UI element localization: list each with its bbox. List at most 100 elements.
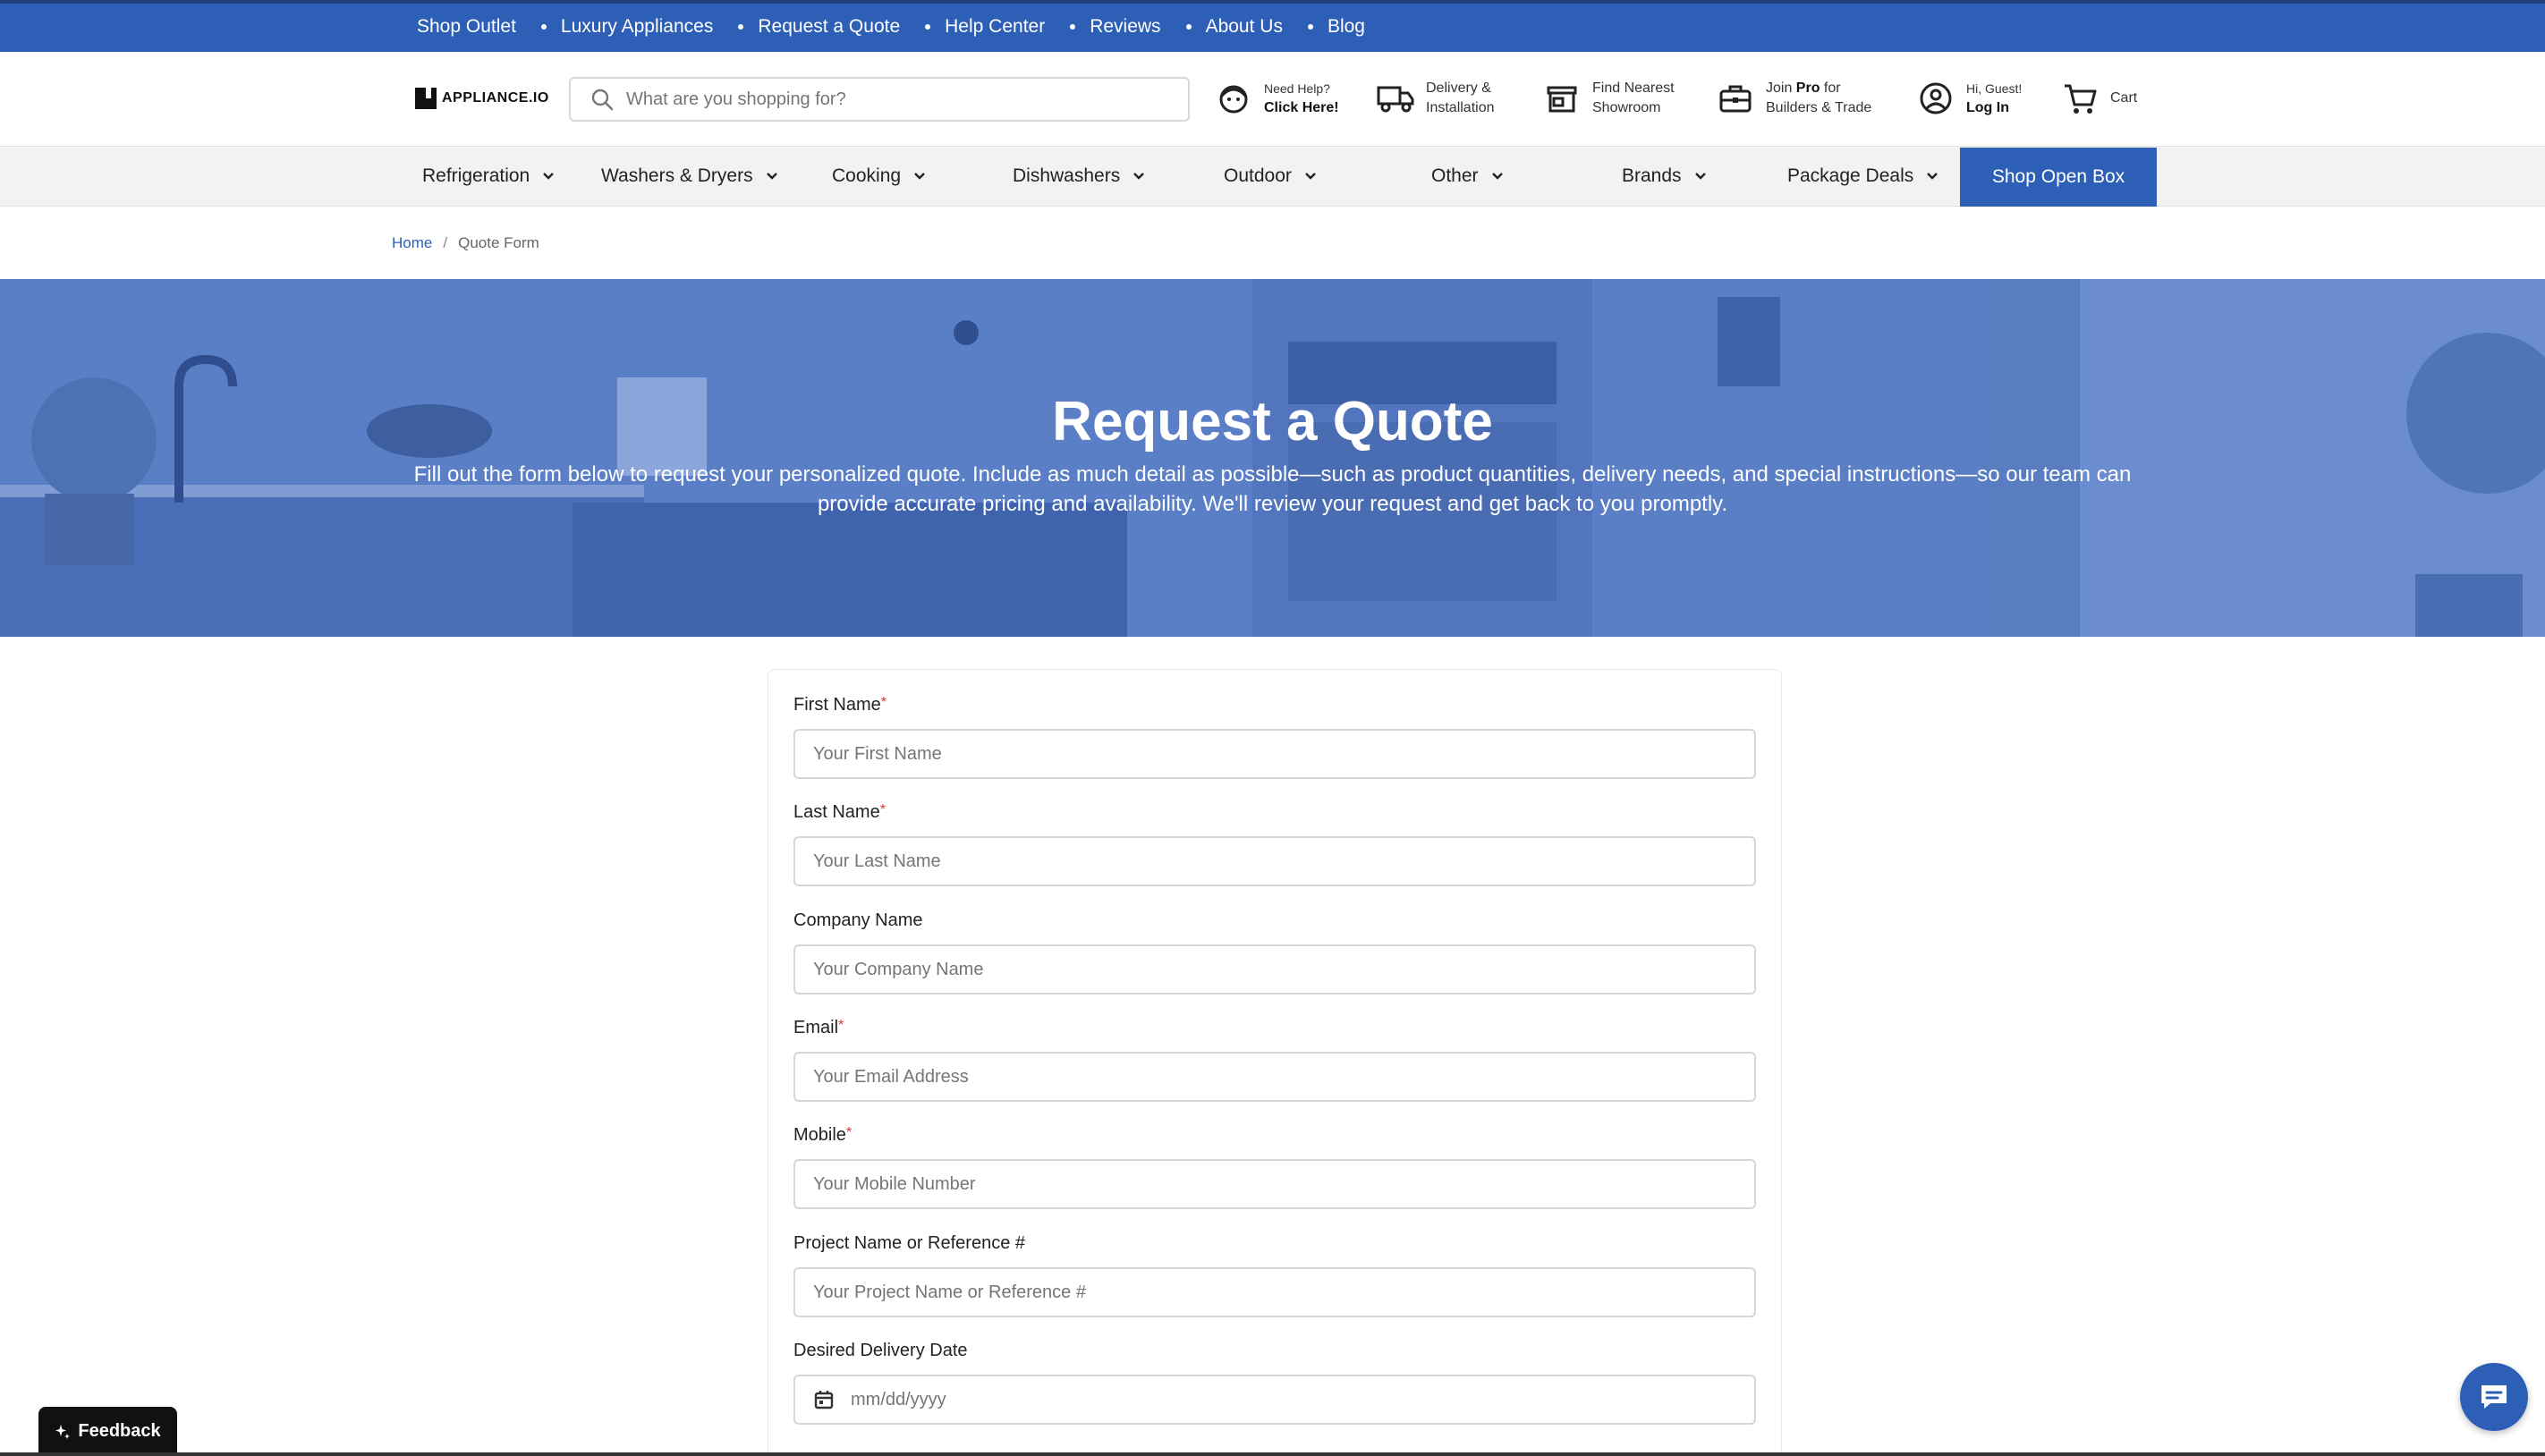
company-name-input-box[interactable]: [793, 944, 1756, 995]
chevron-down-icon: [1694, 173, 1706, 180]
email-input-box[interactable]: [793, 1052, 1756, 1102]
search-icon: [591, 89, 614, 111]
bullet: [540, 24, 547, 30]
feedback-label: Feedback: [78, 1421, 161, 1441]
email-field: Email*: [793, 1018, 1756, 1102]
nav-label: Package Deals: [1787, 165, 1914, 186]
top-link-reviews[interactable]: Reviews: [1090, 16, 1160, 38]
breadcrumb-home[interactable]: Home: [392, 234, 432, 252]
company-name-label: Company Name: [793, 910, 1756, 935]
bullet: [1307, 24, 1313, 30]
last-name-input-box[interactable]: [793, 836, 1756, 886]
project-reference-input-box[interactable]: [793, 1267, 1756, 1317]
account-line2: Log In: [1966, 100, 2009, 115]
site-logo[interactable]: APPLIANCE.IO: [415, 88, 549, 109]
join-pro-link[interactable]: Join Pro for Builders & Trade: [1716, 79, 1871, 118]
delivery-line2: Installation: [1426, 100, 1495, 115]
storefront-icon: [1542, 79, 1582, 118]
breadcrumb-current: Quote Form: [458, 234, 539, 251]
project-reference-label: Project Name or Reference #: [793, 1233, 1756, 1258]
first-name-label: First Name*: [793, 695, 1756, 720]
toolbox-icon: [1716, 79, 1755, 118]
chevron-down-icon: [1491, 173, 1503, 180]
nav-dishwashers[interactable]: Dishwashers: [1013, 165, 1145, 187]
calendar-icon[interactable]: [813, 1389, 835, 1410]
logo-text: APPLIANCE.IO: [442, 90, 549, 106]
top-link-blog[interactable]: Blog: [1328, 16, 1365, 38]
nav-cooking[interactable]: Cooking: [832, 165, 926, 187]
nav-label: Refrigeration: [422, 165, 530, 186]
company-name-input[interactable]: [813, 959, 1708, 980]
delivery-date-input-box[interactable]: [793, 1375, 1756, 1425]
chat-bubble-icon: [2481, 1385, 2507, 1409]
top-link-request-quote[interactable]: Request a Quote: [758, 16, 900, 38]
need-help-link[interactable]: Need Help? Click Here!: [1214, 79, 1339, 118]
search-input[interactable]: [626, 89, 1163, 110]
first-name-input[interactable]: [813, 743, 1708, 765]
user-account-icon: [1916, 79, 1955, 118]
nav-label: Other: [1431, 165, 1479, 186]
shop-open-box-button[interactable]: Shop Open Box: [1960, 148, 2157, 207]
chevron-down-icon: [1133, 173, 1145, 180]
nav-washers-dryers[interactable]: Washers & Dryers: [601, 165, 778, 187]
delivery-date-field: Desired Delivery Date: [793, 1341, 1756, 1425]
first-name-input-box[interactable]: [793, 729, 1756, 779]
hero-description: Fill out the form below to request your …: [413, 462, 2132, 516]
delivery-installation-link[interactable]: Delivery & Installation: [1376, 79, 1495, 118]
search-box[interactable]: [569, 77, 1190, 122]
nav-refrigeration[interactable]: Refrigeration: [422, 165, 555, 187]
nav-outdoor[interactable]: Outdoor: [1224, 165, 1317, 187]
cart-label: Cart: [2110, 90, 2138, 106]
last-name-input[interactable]: [813, 851, 1708, 872]
company-name-field: Company Name: [793, 910, 1756, 995]
delivery-line1: Delivery &: [1426, 80, 1491, 96]
label-text: First Name: [793, 695, 881, 715]
hero-title: Request a Quote: [1052, 391, 1493, 453]
chevron-down-icon: [1305, 173, 1316, 180]
cart-link[interactable]: Cart: [2060, 79, 2137, 118]
bullet: [1070, 24, 1076, 30]
category-nav: Refrigeration Washers & Dryers Cooking D…: [0, 148, 2545, 207]
top-link-shop-outlet[interactable]: Shop Outlet: [417, 16, 516, 38]
delivery-date-label: Desired Delivery Date: [793, 1341, 1756, 1366]
top-link-luxury-appliances[interactable]: Luxury Appliances: [561, 16, 713, 38]
chevron-down-icon: [543, 173, 555, 180]
chat-launcher-button[interactable]: [2460, 1363, 2528, 1431]
chevron-down-icon: [914, 173, 925, 180]
pro-pre: Join: [1766, 80, 1796, 96]
bullet: [738, 24, 744, 30]
project-reference-input[interactable]: [813, 1282, 1708, 1303]
nav-brands[interactable]: Brands: [1622, 165, 1707, 187]
nav-label: Washers & Dryers: [601, 165, 753, 186]
mobile-input-box[interactable]: [793, 1159, 1756, 1209]
feedback-button[interactable]: Feedback: [38, 1407, 177, 1456]
chevron-down-icon: [766, 173, 777, 180]
nav-package-deals[interactable]: Package Deals: [1787, 165, 1938, 187]
label-text: Email: [793, 1018, 839, 1037]
top-utility-bar: Shop Outlet Luxury Appliances Request a …: [0, 0, 2545, 52]
logo-mark-icon: [415, 88, 437, 109]
breadcrumb: Home / Quote Form: [392, 234, 539, 252]
email-label: Email*: [793, 1018, 1756, 1043]
support-agent-icon: [1214, 79, 1253, 118]
chevron-down-icon: [1927, 173, 1938, 180]
top-link-help-center[interactable]: Help Center: [945, 16, 1045, 38]
top-link-about-us[interactable]: About Us: [1206, 16, 1283, 38]
account-line1: Hi, Guest!: [1966, 81, 2023, 96]
mobile-input[interactable]: [813, 1173, 1708, 1195]
mobile-label: Mobile*: [793, 1125, 1756, 1150]
cart-icon: [2060, 79, 2100, 118]
breadcrumb-separator: /: [443, 234, 448, 251]
help-line1: Need Help?: [1264, 81, 1330, 96]
account-login-link[interactable]: Hi, Guest! Log In: [1916, 79, 2022, 118]
kitchen-background-image: [0, 279, 2545, 637]
help-line2: Click Here!: [1264, 100, 1339, 115]
nav-other[interactable]: Other: [1431, 165, 1504, 187]
find-showroom-link[interactable]: Find Nearest Showroom: [1542, 79, 1675, 118]
required-asterisk: *: [845, 1125, 853, 1140]
label-text: Mobile: [793, 1125, 846, 1145]
delivery-date-input[interactable]: [851, 1389, 1745, 1410]
site-header: APPLIANCE.IO Need Help? Click Here! Deliv…: [0, 52, 2545, 147]
last-name-field: Last Name*: [793, 802, 1756, 886]
email-input[interactable]: [813, 1066, 1708, 1088]
